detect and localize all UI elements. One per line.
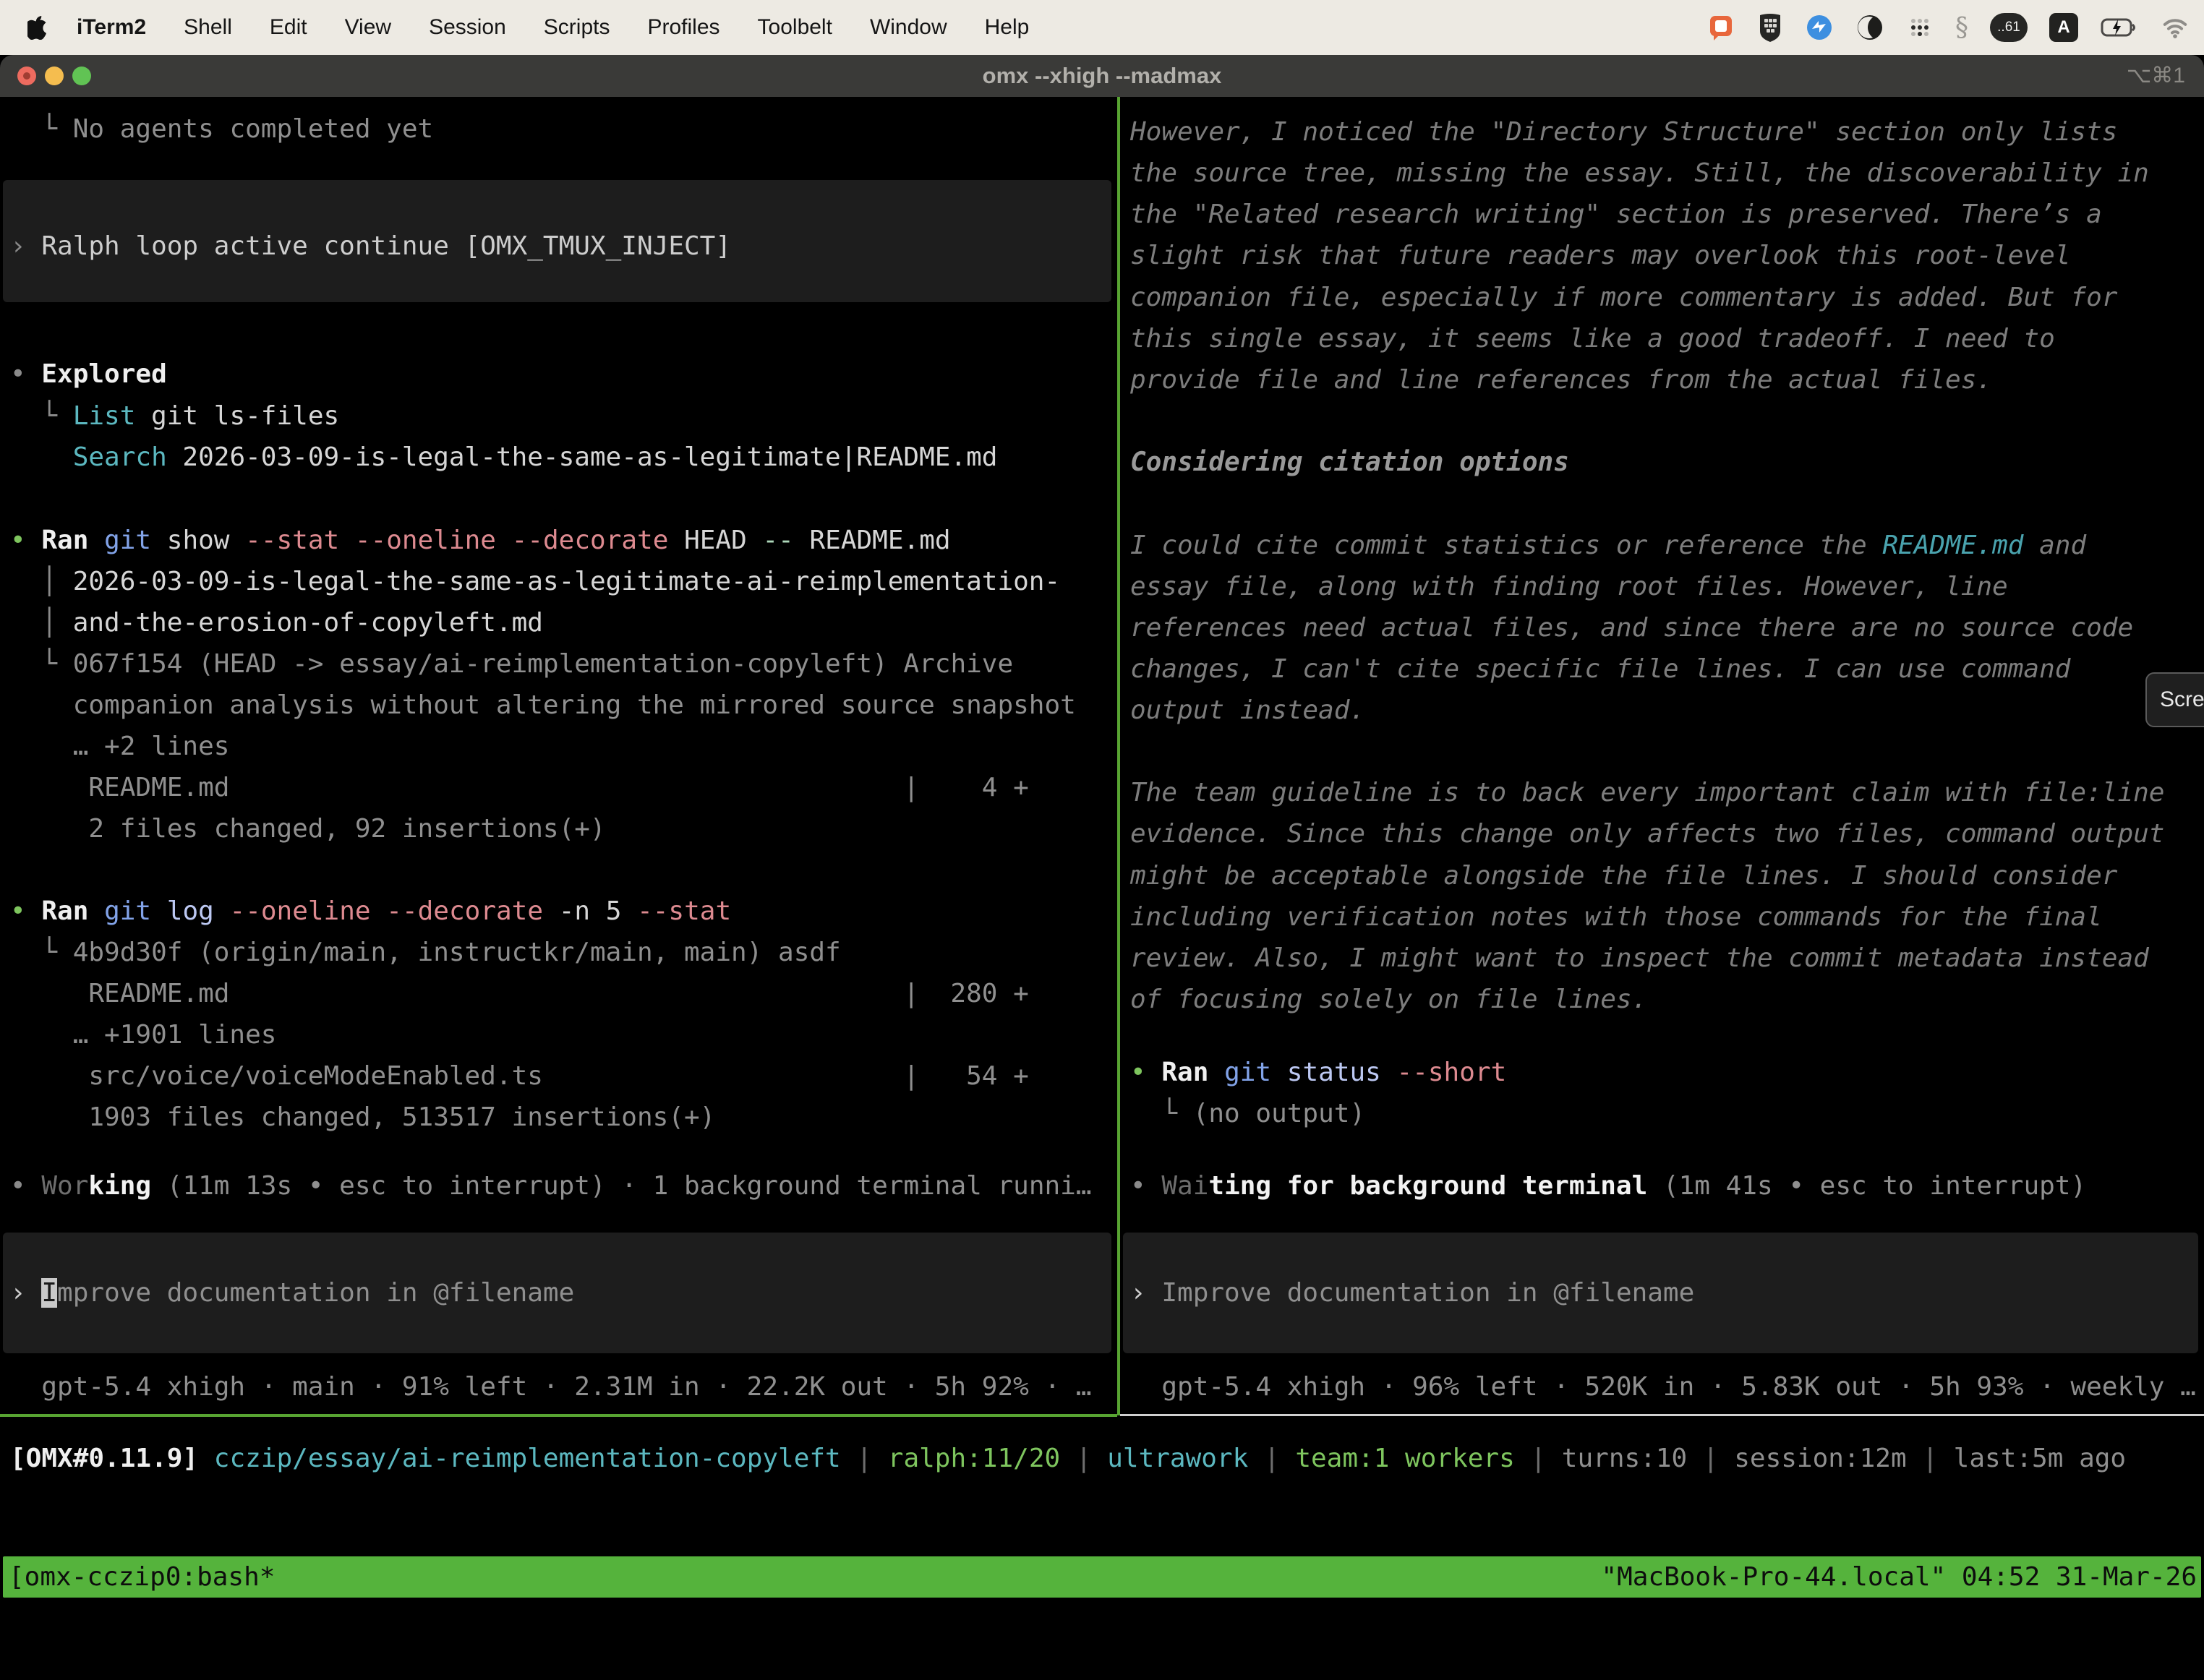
commit-line: └ 067f154 (HEAD -> essay/ai-reimplementa… [10, 643, 1013, 685]
pane-border-bottom-left [0, 1414, 1117, 1417]
working-status: • Working (11m 13s • esc to interrupt) ·… [10, 1165, 1092, 1207]
omx-status-line: [OMX#0.11.9] cczip/essay/ai-reimplementa… [10, 1441, 2126, 1477]
reasoning-p2: I could cite commit statistics or refere… [1130, 525, 2086, 566]
chat-app-icon[interactable] [1707, 13, 1735, 42]
explored-search: Search 2026-03-09-is-legal-the-same-as-l… [10, 437, 997, 478]
grid-shield-icon[interactable] [1757, 12, 1783, 43]
reasoning-p1: companion file, especially if more comme… [1130, 277, 2117, 318]
zoom-button[interactable] [72, 67, 91, 85]
prompt-input-line: › Improve documentation in @filename [1130, 1272, 1694, 1313]
reasoning-p2: changes, I can't cite specific file line… [1130, 648, 2070, 690]
tmux-session-window[interactable]: [omx-cczip0:bash* [9, 1556, 275, 1598]
commit-filename-2: │ and-the-erosion-of-copyleft.md [10, 602, 543, 643]
window-title-bar[interactable]: omx --xhigh --madmax ⌥⌘1 [0, 55, 2204, 97]
menu-items: iTerm2 Shell Edit View Session Scripts Profile… [77, 15, 1029, 40]
ran-git-log: • Ran git log --oneline --decorate -n 5 … [10, 891, 731, 932]
reasoning-p1: the "Related research writing" section i… [1130, 194, 2102, 235]
screen: { "menu_bar": { "items": ["iTerm2", "She… [0, 0, 2204, 1613]
badge-61-icon[interactable]: ..61 [1990, 13, 2028, 42]
macos-menu-bar: iTerm2 Shell Edit View Session Scripts Profile… [0, 0, 2204, 55]
reasoning-heading: Considering citation options [1130, 442, 1569, 483]
dots-grid-icon[interactable] [1906, 14, 1934, 41]
explored-list: └ List git ls-files [10, 395, 339, 437]
wifi-icon[interactable] [2159, 13, 2191, 42]
reasoning-p1: slight risk that future readers may over… [1130, 235, 2070, 276]
log-more-lines: … +1901 lines [10, 1014, 276, 1055]
agents-status-line: └ No agents completed yet [10, 108, 433, 150]
reasoning-p3: including verification notes with those … [1130, 896, 2102, 938]
reasoning-p3: of focusing solely on file lines. [1130, 979, 1647, 1020]
reasoning-p1: this single essay, it seems like a good … [1130, 318, 2055, 359]
ran-git-status: • Ran git status --short [1130, 1052, 1506, 1093]
menu-item-profiles[interactable]: Profiles [647, 15, 719, 40]
pane-divider-vertical[interactable] [1117, 97, 1120, 1415]
explored-header: • Explored [10, 353, 167, 395]
reasoning-p2: essay file, along with finding root file… [1130, 566, 2008, 607]
log-commit-line: └ 4b9d30f (origin/main, instructkr/main,… [10, 932, 841, 973]
log-stat-voice: src/voice/voiceModeEnabled.ts | 54 + [10, 1055, 1029, 1097]
reasoning-p3: might be acceptable alongside the file l… [1130, 855, 2117, 896]
tmux-status-bar: [omx-cczip0:bash* "MacBook-Pro-44.local"… [3, 1556, 2201, 1598]
menu-status-icons: § ..61 A [1707, 0, 2191, 55]
menu-item-window[interactable]: Window [870, 15, 947, 40]
window-title: omx --xhigh --madmax [0, 55, 2204, 97]
reasoning-p2: output instead. [1130, 690, 1365, 731]
input-source-icon[interactable]: A [2049, 13, 2078, 42]
menu-item-toolbelt[interactable]: Toolbelt [758, 15, 832, 40]
menu-item-shell[interactable]: Shell [184, 15, 232, 40]
tmux-host-clock: "MacBook-Pro-44.local" 04:52 31-Mar-26 [1601, 1556, 2197, 1598]
close-button[interactable] [17, 67, 36, 85]
reasoning-p3: review. Also, I might want to inspect th… [1130, 938, 2149, 979]
tab-shortcut-hint: ⌥⌘1 [2127, 55, 2185, 97]
reasoning-p3: evidence. Since this change only affects… [1130, 813, 2164, 854]
window-controls[interactable] [17, 67, 91, 85]
reasoning-p1: the source tree, missing the essay. Stil… [1130, 153, 2149, 194]
moon-circle-icon[interactable] [1855, 13, 1884, 42]
pane-border-bottom-right [1120, 1414, 2204, 1416]
hook-icon[interactable]: § [1955, 13, 1968, 43]
stat-readme: README.md | 4 + [10, 767, 1029, 808]
log-stat-summary: 1903 files changed, 513517 insertions(+) [10, 1097, 715, 1138]
model-status-line: gpt-5.4 xhigh · 96% left · 520K in · 5.8… [1130, 1366, 2196, 1407]
prompt-input-line: › Improve documentation in @filename [10, 1272, 574, 1313]
reasoning-p1: provide file and line references from th… [1130, 359, 1992, 400]
minimize-button[interactable] [45, 67, 64, 85]
screenshot-notification[interactable]: Scre [2145, 672, 2204, 727]
model-status-line: gpt-5.4 xhigh · main · 91% left · 2.31M … [10, 1366, 1092, 1407]
waiting-status: • Waiting for background terminal (1m 41… [1130, 1165, 2086, 1207]
stat-summary: 2 files changed, 92 insertions(+) [10, 808, 606, 849]
log-stat-readme: README.md | 280 + [10, 973, 1029, 1014]
reasoning-p2: references need actual files, and since … [1130, 607, 2133, 648]
more-lines: … +2 lines [10, 726, 229, 767]
menu-item-session[interactable]: Session [429, 15, 506, 40]
apple-menu-icon[interactable] [27, 15, 48, 40]
menu-item-scripts[interactable]: Scripts [544, 15, 610, 40]
battery-icon[interactable] [2100, 13, 2137, 42]
ran-git-show: • Ran git show --stat --oneline --decora… [10, 520, 951, 561]
status-output: └ (no output) [1130, 1093, 1365, 1134]
tmux-pane-right[interactable]: However, I noticed the "Directory Struct… [1120, 97, 2204, 1414]
menu-item-view[interactable]: View [345, 15, 391, 40]
menu-item-iterm2[interactable]: iTerm2 [77, 15, 146, 40]
reasoning-p1: However, I noticed the "Directory Struct… [1130, 111, 2117, 153]
commit-filename-1: │ 2026-03-09-is-legal-the-same-as-legiti… [10, 561, 1060, 602]
tmux-pane-left[interactable]: └ No agents completed yet › Ralph loop ac… [0, 97, 1117, 1414]
ralph-loop-line: › Ralph loop active continue [OMX_TMUX_I… [10, 226, 731, 267]
menu-item-edit[interactable]: Edit [270, 15, 307, 40]
reasoning-p3: The team guideline is to back every impo… [1130, 772, 2164, 813]
commit-message: companion analysis without altering the … [10, 685, 1076, 726]
bolt-circle-icon[interactable] [1805, 13, 1834, 42]
menu-item-help[interactable]: Help [985, 15, 1030, 40]
